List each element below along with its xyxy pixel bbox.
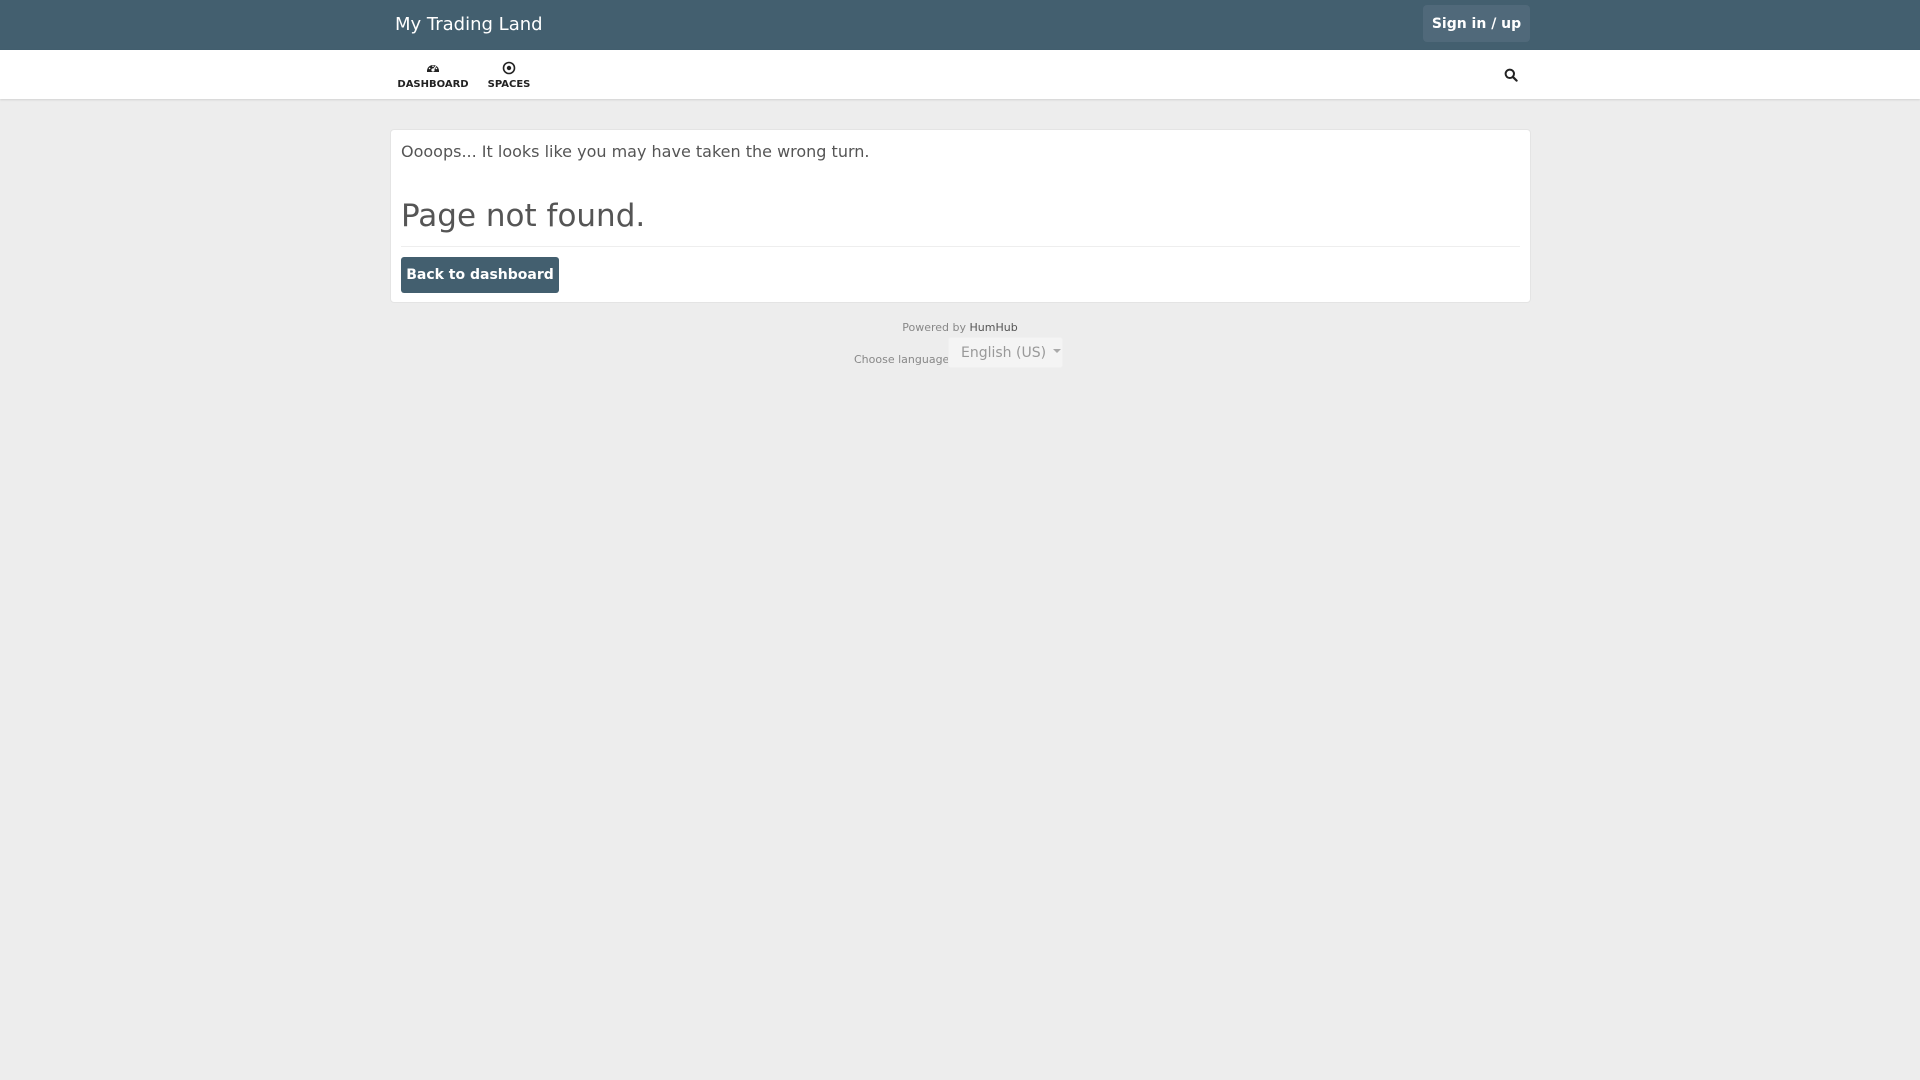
nav-label-spaces: SPACES (487, 79, 531, 90)
language-select[interactable]: English (US) (948, 337, 1063, 368)
brand-title[interactable]: My Trading Land (395, 14, 543, 35)
dashboard-icon (427, 65, 439, 72)
nav-label-dashboard: DASHBOARD (397, 79, 469, 90)
main-menu: DASHBOARD SPACES (0, 50, 1920, 99)
language-label: Choose language: (854, 353, 954, 366)
language-select-value: English (US) (961, 344, 1047, 361)
search-button[interactable] (1500, 64, 1522, 86)
top-navbar: My Trading Land Sign in / up (0, 0, 1920, 50)
powered-by-prefix: Powered by (902, 321, 967, 334)
humhub-link[interactable]: HumHub (970, 321, 1018, 334)
sign-in-button[interactable]: Sign in / up (1423, 5, 1530, 42)
dot-circle-icon (502, 61, 516, 75)
back-to-dashboard-button[interactable]: Back to dashboard (401, 257, 559, 293)
error-message: Oooops... It looks like you may have tak… (401, 142, 870, 161)
divider (401, 246, 1520, 247)
powered-by: Powered by HumHub (0, 321, 1920, 334)
chevron-down-icon (1053, 348, 1062, 353)
nav-item-dashboard[interactable]: DASHBOARD (397, 50, 469, 99)
nav-item-spaces[interactable]: SPACES (482, 50, 536, 99)
error-title: Page not found. (401, 198, 646, 234)
error-panel: Oooops... It looks like you may have tak… (390, 129, 1531, 303)
search-icon (1504, 68, 1518, 82)
